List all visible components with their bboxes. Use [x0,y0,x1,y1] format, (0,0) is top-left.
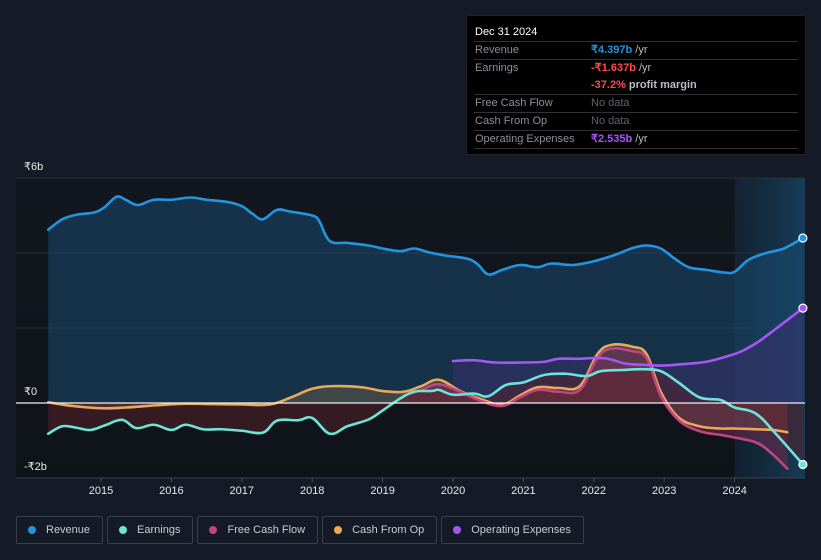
tooltip-row-fcf: Free Cash Flow No data [474,95,798,113]
legend-dot-icon [453,526,462,534]
x-tick-label: 2019 [370,485,394,497]
end-marker-operating-expenses [798,303,808,313]
legend-dot-icon [209,526,218,534]
legend-label: Free Cash Flow [227,524,306,536]
end-marker-revenue [798,233,808,243]
tooltip-label: Free Cash Flow [475,97,553,109]
tooltip-value-cfo: No data [591,115,630,127]
legend-dot-icon [119,526,128,534]
tooltip-unit: /yr [635,62,652,74]
legend-label: Revenue [46,524,91,536]
x-tick-label: 2024 [722,485,746,497]
x-tick-label: 2016 [159,485,183,497]
legend-item-revenue[interactable]: Revenue [16,516,104,544]
x-tick-label: 2021 [511,485,535,497]
tooltip-label: Earnings [475,62,519,74]
legend-dot-icon [28,526,36,534]
legend-label: Earnings [137,524,181,536]
tooltip-value-fcf: No data [591,97,630,109]
legend-item-earnings[interactable]: Earnings [107,516,194,544]
legend-item-cash-from-op[interactable]: Cash From Op [322,516,438,544]
y-tick-label: ₹6b [24,161,43,173]
tooltip-row-cfo: Cash From Op No data [474,113,798,131]
tooltip-value-revenue: ₹4.397b [591,44,633,56]
x-tick-label: 2020 [441,485,465,497]
tooltip-row-revenue: Revenue ₹4.397b /yr [474,42,798,60]
tooltip-row-earnings: Earnings -₹1.637b /yr -37.2% profit marg… [474,60,798,95]
tooltip-value-opex: ₹2.535b [591,133,633,145]
tooltip-value-earnings: -₹1.637b [591,62,636,74]
y-tick-label: ₹0 [24,386,37,398]
tooltip-label: Revenue [475,44,520,56]
tooltip-profit-margin: -37.2% [591,79,626,91]
tooltip-date: Dec 31 2024 [474,24,798,42]
y-tick-label: -₹2b [24,461,47,473]
tooltip-profit-margin-label: profit margin [625,79,697,91]
legend: Revenue Earnings Free Cash Flow Cash Fro… [16,516,584,544]
tooltip-unit: /yr [632,44,648,56]
tooltip-label: Operating Expenses [475,133,575,145]
x-tick-label: 2023 [652,485,676,497]
legend-dot-icon [334,526,343,534]
legend-label: Operating Expenses [471,524,571,536]
tooltip-panel: Dec 31 2024 Revenue ₹4.397b /yr Earnings… [466,15,806,155]
legend-item-operating-expenses[interactable]: Operating Expenses [441,516,584,544]
tooltip-unit: /yr [632,133,648,145]
x-tick-label: 2022 [582,485,606,497]
end-marker-earnings [798,459,808,470]
legend-item-free-cash-flow[interactable]: Free Cash Flow [197,516,319,544]
x-tick-label: 2015 [89,485,113,497]
x-tick-label: 2018 [300,485,324,497]
legend-label: Cash From Op [352,524,425,536]
x-tick-label: 2017 [230,485,254,497]
tooltip-row-opex: Operating Expenses ₹2.535b /yr [474,131,798,149]
x-axis: 2015 2016 2017 2018 2019 2020 2021 2022 2023 2024 [89,478,747,497]
tooltip-label: Cash From Op [475,115,548,127]
